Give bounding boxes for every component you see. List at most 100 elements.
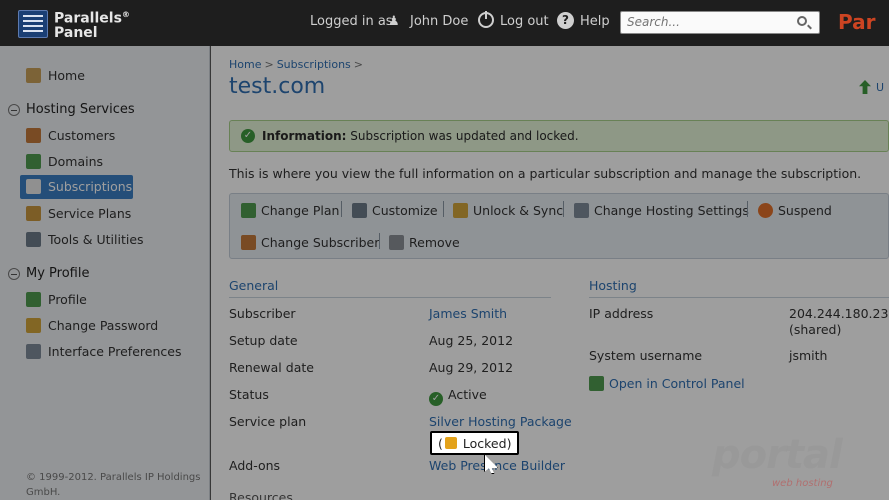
addons-label: Add-ons — [229, 458, 281, 473]
change-subscriber-icon — [241, 235, 256, 250]
toolbar-divider — [747, 201, 748, 217]
renewal-date-label: Renewal date — [229, 360, 314, 375]
sidebar-item-label: Interface Preferences — [48, 344, 182, 359]
sidebar: Home Hosting Services Customers Domains … — [0, 46, 210, 500]
unlock-icon — [453, 203, 468, 218]
collapse-icon[interactable] — [8, 268, 20, 280]
toolbar-divider — [443, 201, 444, 217]
power-icon[interactable] — [478, 11, 494, 28]
sidebar-item-label: Change Password — [48, 318, 159, 333]
toolbar-label: Change Hosting Settings — [594, 203, 749, 218]
subscriber-link[interactable]: James Smith — [429, 306, 507, 321]
status-label: Status — [229, 387, 269, 402]
suspend-icon — [758, 203, 773, 218]
active-status-icon: ✓ — [429, 392, 443, 406]
toolbar-divider — [379, 233, 380, 249]
toolbar-label: Customize — [372, 203, 438, 218]
info-label: Information: — [262, 129, 347, 143]
locked-status-badge[interactable]: ( Locked) — [430, 431, 520, 455]
sidebar-item-label: Tools & Utilities — [48, 232, 144, 247]
mouse-cursor-icon — [484, 454, 496, 474]
sidebar-item-label: Home — [48, 68, 85, 83]
profile-icon — [26, 292, 41, 307]
page-description: This is where you view the full informat… — [229, 166, 862, 181]
lock-icon — [444, 437, 457, 449]
sidebar-group-label: Hosting Services — [26, 102, 135, 117]
breadcrumb: Home > Subscriptions > — [229, 58, 366, 71]
logo-registered-mark: ® — [121, 10, 130, 19]
breadcrumb-separator: > — [353, 58, 363, 71]
addons-link[interactable]: Web Presence Builder — [429, 458, 565, 473]
sidebar-item-label: Domains — [48, 154, 104, 169]
system-username-label: System username — [589, 348, 703, 363]
copyright-footer: © 1999-2012. Parallels IP Holdings GmbH. — [26, 472, 201, 498]
check-icon: ✓ — [241, 129, 255, 143]
ip-address-note: (shared) — [789, 322, 842, 337]
top-bar: Parallels® Panel Logged in as ♟ John Doe… — [0, 0, 889, 46]
change-plan-icon — [241, 203, 256, 218]
brand-logo-partial: Par — [838, 10, 876, 34]
breadcrumb-subscriptions-link[interactable]: Subscriptions — [277, 58, 351, 71]
open-control-panel-link[interactable]: Open in Control Panel — [589, 376, 745, 391]
watermark-main: portal — [712, 432, 843, 478]
status-value: ✓ Active — [429, 387, 487, 406]
toolbar-label: Unlock & Sync — [473, 203, 564, 218]
logout-link[interactable]: Log out — [500, 14, 549, 29]
breadcrumb-home-link[interactable]: Home — [229, 58, 261, 71]
resources-section-title: Resources — [229, 490, 293, 500]
help-icon[interactable]: ? — [557, 12, 574, 29]
sidebar-item-label: Profile — [48, 292, 87, 307]
sidebar-item-subscriptions[interactable]: Subscriptions — [20, 175, 133, 199]
locked-label: Locked — [462, 436, 507, 451]
customize-icon — [352, 203, 367, 218]
setup-date-value: Aug 25, 2012 — [429, 333, 514, 348]
toolbar-label: Change Plan — [261, 203, 340, 218]
sidebar-item-label: Customers — [48, 128, 116, 143]
info-message-body: Subscription was updated and locked. — [350, 129, 579, 143]
info-message: ✓ Information: Subscription was updated … — [229, 120, 889, 152]
upgrade-action-link[interactable]: U — [859, 80, 889, 96]
subscriptions-icon — [26, 179, 41, 194]
sidebar-group-label: My Profile — [26, 266, 90, 281]
search-input[interactable] — [627, 15, 797, 29]
tools-icon — [26, 232, 41, 247]
system-username-value: jsmith — [789, 348, 828, 363]
sidebar-item-label: Subscriptions — [48, 179, 133, 194]
parallels-logo[interactable]: Parallels® Panel — [18, 8, 130, 40]
ip-address-label: IP address — [589, 306, 654, 321]
info-message-text: Information: Subscription was updated an… — [262, 129, 579, 143]
toolbar-label: Suspend — [778, 203, 832, 218]
service-plans-icon — [26, 206, 41, 221]
status-text: Active — [448, 387, 487, 402]
logo-text: Parallels® Panel — [54, 8, 130, 40]
open-control-panel-label: Open in Control Panel — [609, 376, 745, 391]
toolbar-divider — [341, 201, 342, 217]
sidebar-item-label: Service Plans — [48, 206, 132, 221]
service-plan-link[interactable]: Silver Hosting Package — [429, 414, 572, 429]
preferences-icon — [26, 344, 41, 359]
hosting-settings-icon — [574, 203, 589, 218]
logged-in-prefix: Logged in as — [310, 14, 393, 29]
toolbar-label: Change Subscriber — [261, 235, 380, 250]
user-icon: ♟ — [388, 14, 400, 29]
collapse-icon[interactable] — [8, 104, 20, 116]
hosting-section-title: Hosting — [589, 278, 889, 298]
toolbar-divider — [563, 201, 564, 217]
renewal-date-value: Aug 29, 2012 — [429, 360, 514, 375]
key-icon — [26, 318, 41, 333]
logo-icon — [18, 10, 48, 38]
domains-icon — [26, 154, 41, 169]
subscriber-label: Subscriber — [229, 306, 296, 321]
service-plan-label: Service plan — [229, 414, 307, 429]
help-link[interactable]: Help — [580, 14, 610, 29]
general-section-title: General — [229, 278, 551, 298]
trash-icon — [389, 235, 404, 250]
watermark-sub: web hosting — [772, 478, 833, 489]
breadcrumb-separator: > — [264, 58, 274, 71]
user-name-link[interactable]: John Doe — [410, 14, 468, 29]
search-box — [620, 11, 820, 34]
search-icon[interactable] — [797, 16, 807, 26]
ip-address-value: 204.244.180.231 — [789, 306, 889, 321]
logo-line2: Panel — [54, 24, 98, 41]
portal-watermark: portal web hosting — [712, 432, 862, 492]
